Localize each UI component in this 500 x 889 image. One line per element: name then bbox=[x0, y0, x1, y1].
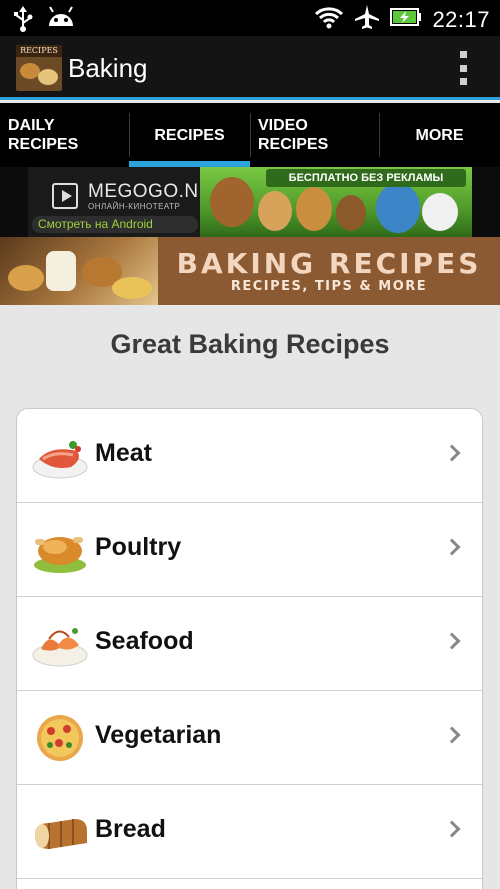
battery-charging-icon bbox=[390, 7, 422, 32]
list-item-vegetarian[interactable]: Vegetarian bbox=[17, 691, 482, 785]
tab-label-line2: RECIPES bbox=[258, 136, 329, 153]
wifi-icon bbox=[314, 5, 344, 34]
shrimp-dish-icon bbox=[31, 617, 89, 669]
ad-subtitle: ОНЛАЙН-КИНОТЕАТР bbox=[88, 202, 181, 211]
chevron-right-icon bbox=[443, 444, 461, 462]
app-title: Baking bbox=[68, 53, 148, 83]
hero-subtitle: RECIPES, TIPS & MORE bbox=[230, 279, 428, 294]
tab-label-line2: RECIPES bbox=[8, 136, 79, 153]
list-item-bread[interactable]: Bread bbox=[17, 785, 482, 879]
bread-loaf-icon bbox=[31, 805, 89, 857]
list-item-label: Meat bbox=[95, 439, 152, 467]
app-logo-text: RECIPES bbox=[16, 45, 62, 57]
chevron-right-icon bbox=[443, 726, 461, 744]
category-list: Meat Poultry Seafood Vegetarian Bread bbox=[16, 408, 483, 889]
list-item-poultry[interactable]: Poultry bbox=[17, 503, 482, 597]
list-item-label: Bread bbox=[95, 815, 166, 843]
tab-video-recipes[interactable]: VIDEO RECIPES bbox=[250, 103, 379, 167]
tab-daily-recipes[interactable]: DAILY RECIPES bbox=[0, 103, 129, 167]
ad-tagline: БЕСПЛАТНО БЕЗ РЕКЛАМЫ bbox=[266, 169, 466, 187]
main-content: Great Baking Recipes Meat Poultry Seafoo… bbox=[0, 305, 500, 889]
tab-label: RECIPES bbox=[154, 126, 225, 144]
tab-label-line1: DAILY bbox=[8, 117, 55, 134]
usb-icon bbox=[12, 6, 34, 37]
tab-more[interactable]: MORE bbox=[379, 103, 500, 167]
ad-android-label: Смотреть на Android bbox=[32, 216, 198, 233]
chevron-right-icon bbox=[443, 820, 461, 838]
list-item-meat[interactable]: Meat bbox=[17, 409, 482, 503]
list-item-label: Poultry bbox=[95, 533, 182, 561]
meat-dish-icon bbox=[31, 429, 89, 481]
tab-recipes[interactable]: RECIPES bbox=[129, 103, 250, 167]
action-bar: RECIPES Baking bbox=[0, 36, 500, 100]
hero-banner: BAKING RECIPES RECIPES, TIPS & MORE bbox=[0, 237, 500, 305]
chevron-right-icon bbox=[443, 538, 461, 556]
chevron-right-icon bbox=[443, 632, 461, 650]
clock: 22:17 bbox=[432, 6, 490, 32]
overflow-menu-icon[interactable] bbox=[456, 51, 470, 85]
list-item-label: Vegetarian bbox=[95, 721, 222, 749]
list-item-label: Seafood bbox=[95, 627, 194, 655]
pizza-icon bbox=[31, 711, 89, 763]
tab-label-line1: VIDEO bbox=[258, 117, 308, 134]
page-heading: Great Baking Recipes bbox=[110, 329, 390, 359]
play-icon bbox=[52, 183, 78, 209]
tab-bar: DAILY RECIPES RECIPES VIDEO RECIPES MORE bbox=[0, 103, 500, 167]
app-logo[interactable]: RECIPES bbox=[16, 45, 62, 91]
hero-title: BAKING RECIPES bbox=[176, 247, 482, 280]
android-icon bbox=[46, 6, 76, 37]
baked-goods-photo bbox=[0, 237, 158, 305]
ad-banner[interactable]: MEGOGO.NET ОНЛАЙН-КИНОТЕАТР Смотреть на … bbox=[0, 167, 500, 237]
airplane-icon bbox=[354, 4, 380, 35]
tab-label: MORE bbox=[415, 126, 464, 144]
list-item-seafood[interactable]: Seafood bbox=[17, 597, 482, 691]
roast-chicken-icon bbox=[31, 523, 89, 575]
status-bar: 22:17 bbox=[0, 0, 500, 36]
